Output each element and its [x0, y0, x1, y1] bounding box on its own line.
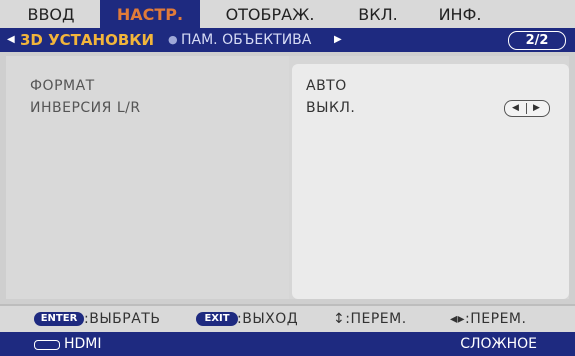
right-arrow-icon[interactable]: ▶ [533, 100, 540, 116]
hdmi-port-icon [34, 340, 60, 350]
current-submenu[interactable]: 3D УСТАНОВКИ [20, 28, 154, 52]
enter-help-text: :ВЫБРАТЬ [84, 311, 161, 327]
tab-input[interactable]: ВВОД [16, 0, 86, 28]
menu-tabs: ВВОД НАСТР. ОТОБРАЖ. ВКЛ. ИНФ. [0, 0, 575, 30]
settings-content: ФОРМАТ АВТО ИНВЕРСИЯ L/R ВЫКЛ. ◀ ▶ [6, 56, 569, 299]
tab-info[interactable]: ИНФ. [420, 0, 500, 28]
separator-dot-icon: ● [168, 33, 178, 46]
setting-label-lr-inversion[interactable]: ИНВЕРСИЯ L/R [30, 100, 141, 116]
enter-key-badge: ENTER [34, 312, 84, 326]
tab-setup[interactable]: НАСТР. [100, 0, 200, 30]
updown-help-text: ↕:ПЕРЕМ. [333, 311, 407, 327]
exit-help-text: :ВЫХОД [237, 311, 299, 327]
setting-value-format[interactable]: АВТО [306, 78, 347, 94]
right-arrow-icon[interactable]: ▶ [334, 28, 342, 52]
projector-osd-menu: ВВОД НАСТР. ОТОБРАЖ. ВКЛ. ИНФ. ◀ 3D УСТА… [0, 0, 575, 356]
left-right-selector[interactable]: ◀ ▶ [504, 100, 550, 117]
tab-display[interactable]: ОТОБРАЖ. [214, 0, 326, 28]
exit-key-badge: EXIT [196, 312, 238, 326]
status-bar: HDMI СЛОЖНОЕ [0, 332, 575, 356]
page-indicator: 2/2 [508, 31, 566, 50]
sub-navigation-bar: ◀ 3D УСТАНОВКИ ● ПАМ. ОБЪЕКТИВА ▶ 2/2 [0, 28, 575, 52]
leftright-help-text: ◂▸:ПЕРЕМ. [450, 311, 527, 327]
menu-mode: СЛОЖНОЕ [460, 336, 537, 352]
next-submenu[interactable]: ПАМ. ОБЪЕКТИВА [181, 28, 311, 52]
input-source: HDMI [64, 336, 102, 352]
setting-label-format[interactable]: ФОРМАТ [30, 78, 95, 94]
setting-value-lr-inversion[interactable]: ВЫКЛ. [306, 100, 355, 116]
left-arrow-icon[interactable]: ◀ [7, 28, 15, 52]
left-arrow-icon[interactable]: ◀ [512, 100, 519, 116]
help-bar: ENTER :ВЫБРАТЬ EXIT :ВЫХОД ↕:ПЕРЕМ. ◂▸:П… [0, 304, 575, 332]
divider [526, 103, 527, 114]
tab-on[interactable]: ВКЛ. [340, 0, 416, 28]
